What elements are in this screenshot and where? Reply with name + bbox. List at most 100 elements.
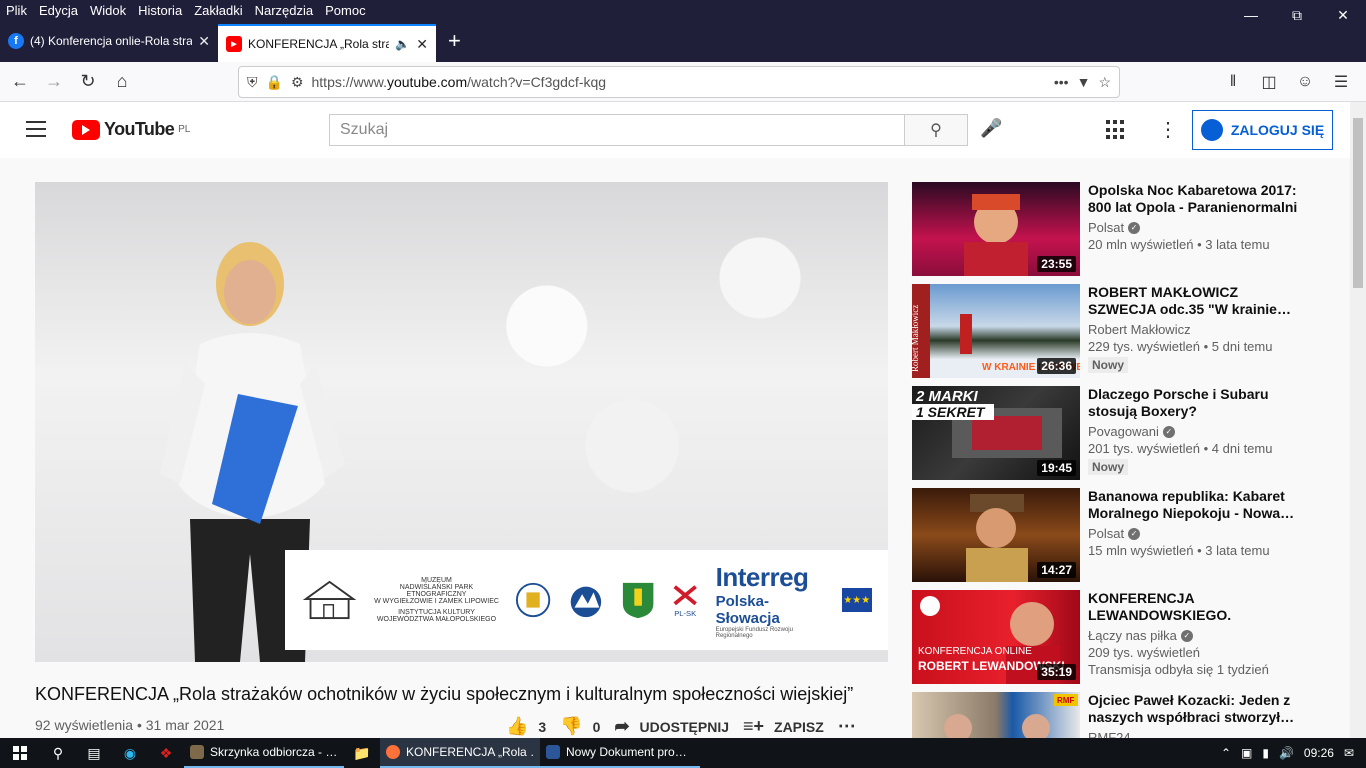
shield-icon[interactable]: ⛨ — [247, 74, 258, 91]
taskbar-app-label: KONFERENCJA „Rola … — [406, 745, 534, 759]
file-explorer-icon[interactable]: 📁 — [344, 738, 380, 768]
taskbar-app-label: Skrzynka odbiorcza - … — [210, 745, 338, 759]
svg-text:RMF: RMF — [1057, 696, 1074, 705]
permissions-icon[interactable]: ⚙ — [291, 74, 304, 91]
recommendation-item[interactable]: 14:27 Bananowa republika: Kabaret Moraln… — [912, 488, 1342, 582]
tab-facebook[interactable]: f (4) Konferencja onlie-Rola straż ✕ — [0, 24, 218, 58]
settings-dots-icon[interactable]: ⋮ — [1158, 116, 1178, 144]
scrollbar-thumb[interactable] — [1353, 118, 1363, 288]
pocket-icon[interactable]: ▼ — [1077, 74, 1091, 90]
thumbs-down-icon: 👎 — [560, 716, 583, 736]
speaker-icon[interactable]: 🔈 — [395, 37, 410, 51]
tab-youtube[interactable]: ▶ KONFERENCJA „Rola strażak 🔈 ✕ — [218, 24, 436, 62]
clock[interactable]: 09:26 — [1304, 746, 1334, 760]
taskbar-app-word[interactable]: Nowy Dokument pro… — [540, 738, 700, 768]
video-thumbnail[interactable]: 2 MARKI 1 SEKRET 19:45 — [912, 386, 1080, 480]
recommendation-item[interactable]: Robert Makłowicz W KRAINIE LODOWEGO 26:3… — [912, 284, 1342, 378]
recommendation-title[interactable]: ROBERT MAKŁOWICZ SZWECJA odc.35 "W krain… — [1088, 284, 1298, 318]
back-icon[interactable]: ← — [4, 66, 36, 98]
menu-historia[interactable]: Historia — [132, 0, 188, 22]
like-button[interactable]: 👍 3 — [506, 716, 546, 737]
edge-icon[interactable]: ◉ — [112, 738, 148, 768]
url-text[interactable]: https://www.youtube.com/watch?v=Cf3gdcf-… — [312, 74, 1046, 90]
share-button[interactable]: ➦ UDOSTĘPNIJ — [614, 716, 729, 737]
recommendation-item[interactable]: 2 MARKI 1 SEKRET 19:45 Dlaczego Porsche … — [912, 386, 1342, 480]
video-thumbnail[interactable]: Robert Makłowicz W KRAINIE LODOWEGO 26:3… — [912, 284, 1080, 378]
bookmark-star-icon[interactable]: ☆ — [1098, 74, 1111, 91]
more-icon[interactable]: ⋯ — [838, 716, 856, 737]
menu-plik[interactable]: Plik — [0, 0, 33, 22]
video-title: KONFERENCJA „Rola strażaków ochotników w… — [35, 684, 854, 704]
search-icon[interactable]: ⚲ — [40, 738, 76, 768]
recommendation-item[interactable]: RMF Ojciec Paweł Kozacki: Jeden z naszyc… — [912, 692, 1342, 738]
save-label: ZAPISZ — [774, 718, 824, 735]
dislike-button[interactable]: 👎 0 — [560, 716, 600, 737]
youtube-logo[interactable]: YouTube PL — [72, 119, 190, 140]
task-view-icon[interactable]: ▤ — [76, 738, 112, 768]
home-icon[interactable]: ⌂ — [106, 66, 138, 98]
channel-name[interactable]: Łączy nas piłka ✓ — [1088, 628, 1298, 643]
save-button[interactable]: ≡+ ZAPISZ — [743, 716, 824, 737]
video-player[interactable]: MUZEUM NADWIŚLAŃSKI PARK ETNOGRAFICZNY W… — [35, 182, 888, 662]
microphone-icon[interactable]: 🎤 — [980, 118, 1002, 139]
address-bar[interactable]: ⛨ 🔒 ⚙ https://www.youtube.com/watch?v=Cf… — [238, 66, 1120, 98]
menu-widok[interactable]: Widok — [84, 0, 132, 22]
taskbar-app-firefox[interactable]: KONFERENCJA „Rola … — [380, 738, 540, 768]
reload-icon[interactable]: ↻ — [72, 66, 104, 98]
channel-name[interactable]: Polsat ✓ — [1088, 220, 1298, 235]
menu-zakladki[interactable]: Zakładki — [188, 0, 248, 22]
recommendation-title[interactable]: Opolska Noc Kabaretowa 2017: 800 lat Opo… — [1088, 182, 1298, 216]
interreg-logo: Interreg Polska-Słowacja Europejski Fund… — [715, 561, 809, 639]
recommendation-item[interactable]: KONFERENCJA ONLINE ROBERT LEWANDOWSKI 35… — [912, 590, 1342, 684]
logo-text: YouTube — [104, 119, 175, 139]
recommendation-item[interactable]: 23:55 Opolska Noc Kabaretowa 2017: 800 l… — [912, 182, 1342, 276]
video-thumbnail[interactable]: RMF — [912, 692, 1080, 738]
stream-meta: Transmisja odbyła się 1 tydzień — [1088, 662, 1269, 677]
taskbar-app-mail[interactable]: Skrzynka odbiorcza - … — [184, 738, 344, 768]
new-tab-button[interactable]: + — [436, 28, 473, 54]
chevron-up-icon[interactable]: ⌃ — [1221, 746, 1231, 760]
video-thumbnail[interactable]: KONFERENCJA ONLINE ROBERT LEWANDOWSKI 35… — [912, 590, 1080, 684]
library-icon[interactable]: ‖ — [1218, 66, 1248, 98]
battery-icon[interactable]: ▮ — [1262, 746, 1269, 760]
taskbar-app-label: Nowy Dokument pro… — [566, 745, 687, 759]
acrobat-icon[interactable]: ❖ — [148, 738, 184, 768]
menu-narzedzia[interactable]: Narzędzia — [249, 0, 320, 22]
more-actions-icon[interactable]: ••• — [1054, 74, 1069, 90]
channel-name[interactable]: RMF24 — [1088, 730, 1298, 738]
signin-button[interactable]: ZALOGUJ SIĘ — [1192, 110, 1333, 150]
close-tab-icon[interactable]: ✕ — [416, 36, 428, 53]
menu-pomoc[interactable]: Pomoc — [319, 0, 371, 22]
youtube-icon: ▶ — [226, 36, 242, 52]
account-icon[interactable]: ☺ — [1290, 66, 1320, 98]
svg-text:2 MARKI: 2 MARKI — [915, 388, 979, 405]
lock-icon[interactable]: 🔒 — [266, 74, 283, 91]
volume-icon[interactable]: 🔊 — [1279, 746, 1294, 760]
search-button[interactable]: ⚲ — [904, 114, 968, 146]
start-button[interactable] — [0, 738, 40, 768]
windows-logo-icon — [13, 746, 27, 760]
menu-edycja[interactable]: Edycja — [33, 0, 84, 22]
apps-grid-icon[interactable] — [1106, 120, 1126, 140]
page-scrollbar[interactable] — [1350, 102, 1366, 738]
verified-icon: ✓ — [1128, 527, 1141, 540]
app-menu-icon[interactable]: ☰ — [1326, 66, 1356, 98]
channel-name[interactable]: Povagowani ✓ — [1088, 424, 1298, 439]
channel-name[interactable]: Robert Makłowicz — [1088, 322, 1298, 337]
svg-text:1 SEKRET: 1 SEKRET — [916, 404, 986, 420]
video-thumbnail[interactable]: 14:27 — [912, 488, 1080, 582]
forward-icon[interactable]: → — [38, 66, 70, 98]
search-input[interactable]: Szukaj — [329, 114, 905, 146]
close-tab-icon[interactable]: ✕ — [198, 33, 210, 50]
video-thumbnail[interactable]: 23:55 — [912, 182, 1080, 276]
recommendation-title[interactable]: Dlaczego Porsche i Subaru stosują Boxery… — [1088, 386, 1298, 420]
notifications-icon[interactable]: ✉ — [1344, 746, 1354, 760]
guide-menu-icon[interactable] — [26, 121, 46, 142]
recommendation-title[interactable]: Ojciec Paweł Kozacki: Jeden z naszych ws… — [1088, 692, 1298, 726]
sidebar-icon[interactable]: ◫ — [1254, 66, 1284, 98]
recommendation-title[interactable]: KONFERENCJA LEWANDOWSKIEGO. Kapitan… — [1088, 590, 1298, 624]
recommendation-title[interactable]: Bananowa republika: Kabaret Moralnego Ni… — [1088, 488, 1298, 522]
emblem-icon — [515, 582, 551, 618]
channel-name[interactable]: Polsat ✓ — [1088, 526, 1298, 541]
network-icon[interactable]: ▣ — [1241, 746, 1252, 760]
